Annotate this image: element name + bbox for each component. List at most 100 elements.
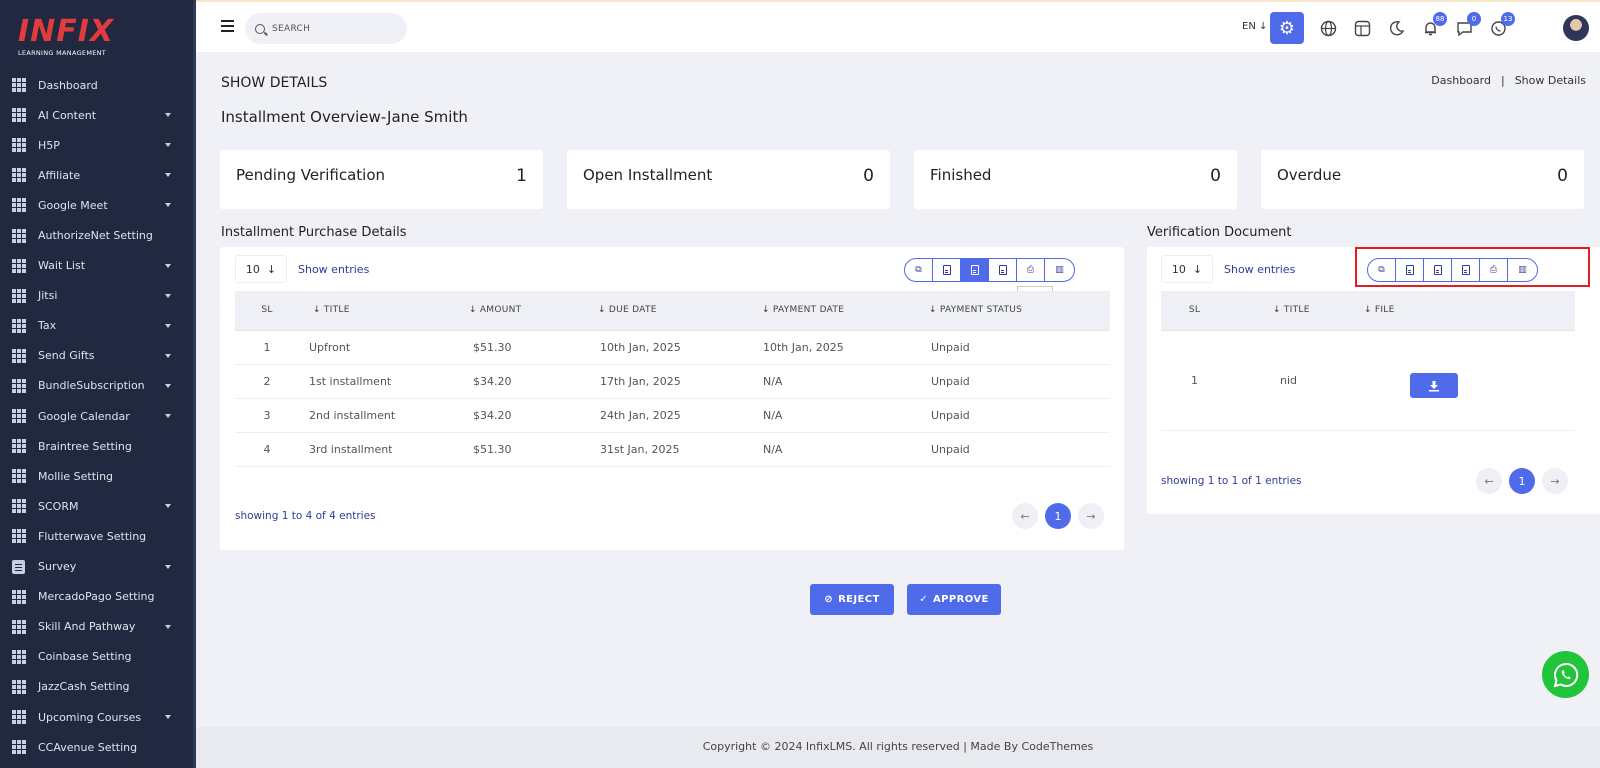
ban-icon: ⊘ bbox=[824, 594, 834, 605]
avatar[interactable] bbox=[1563, 15, 1589, 41]
copy-icon: ⧉ bbox=[915, 265, 922, 275]
main-content: SHOW DETAILS Dashboard | Show Details Inst… bbox=[196, 52, 1600, 716]
sidebar-item-label: CCAvenue Setting bbox=[38, 740, 138, 754]
column-header[interactable]: SL bbox=[1161, 291, 1228, 331]
next-page-button[interactable]: → bbox=[1078, 503, 1104, 529]
sidebar-item[interactable]: Braintree Setting bbox=[0, 431, 193, 461]
cell-due-date: 24th Jan, 2025 bbox=[595, 398, 760, 433]
grid-icon bbox=[12, 108, 26, 123]
sort-arrow-icon: ↓ bbox=[1364, 305, 1372, 316]
document-icon bbox=[12, 559, 25, 574]
csv-button[interactable] bbox=[961, 259, 989, 281]
sidebar-item[interactable]: Send Gifts bbox=[0, 341, 193, 371]
sidebar-item[interactable]: BundleSubscription bbox=[0, 371, 193, 401]
sidebar-item[interactable]: H5P bbox=[0, 130, 193, 160]
cpu-icon: ⚙ bbox=[1278, 17, 1296, 39]
layout-icon[interactable] bbox=[1353, 19, 1371, 37]
sidebar-item[interactable]: Tax bbox=[0, 311, 193, 341]
copy-button[interactable]: ⧉ bbox=[905, 259, 933, 281]
sidebar-item-label: Affiliate bbox=[38, 168, 81, 182]
column-header[interactable]: ↓ FILE bbox=[1364, 291, 1575, 331]
sidebar-item[interactable]: Coinbase Setting bbox=[0, 642, 193, 672]
search-input[interactable]: SEARCH bbox=[245, 13, 407, 44]
excel-button[interactable] bbox=[933, 259, 961, 281]
chat-icon[interactable]: 13 bbox=[1489, 12, 1515, 37]
approve-button[interactable]: ✓ APPROVE bbox=[907, 584, 1001, 615]
sidebar-item[interactable]: Survey bbox=[0, 552, 193, 582]
cell-title: 1st installment bbox=[299, 364, 463, 399]
column-header[interactable]: ↓ PAYMENT STATUS bbox=[929, 291, 1110, 331]
sidebar-item[interactable]: AI Content bbox=[0, 100, 193, 130]
column-header[interactable]: SL bbox=[235, 291, 299, 331]
prev-page-button[interactable]: ← bbox=[1012, 503, 1038, 529]
sidebar-item-label: MercadoPago Setting bbox=[38, 590, 155, 604]
reject-label: REJECT bbox=[838, 594, 880, 605]
grid-icon bbox=[12, 409, 26, 424]
stat-value: 1 bbox=[516, 166, 527, 186]
page-1-button[interactable]: 1 bbox=[1509, 468, 1535, 494]
pdf-icon bbox=[998, 265, 1007, 275]
column-header[interactable]: ↓ TITLE bbox=[1228, 291, 1364, 331]
message-icon[interactable]: 0 bbox=[1455, 12, 1481, 37]
sidebar-item[interactable]: Skill And Pathway bbox=[0, 612, 193, 642]
breadcrumb-separator: | bbox=[1500, 74, 1505, 87]
sidebar-item[interactable]: Wait List bbox=[0, 251, 193, 281]
settings-cpu-button[interactable]: ⚙ bbox=[1270, 12, 1304, 44]
column-header[interactable]: ↓ PAYMENT DATE bbox=[760, 291, 929, 331]
stat-value: 0 bbox=[1210, 166, 1221, 186]
sidebar-item[interactable]: Flutterwave Setting bbox=[0, 521, 193, 551]
page-1-button[interactable]: 1 bbox=[1045, 503, 1071, 529]
sort-arrow-icon: ↓ bbox=[762, 305, 770, 316]
overview-title: Installment Overview-Jane Smith bbox=[221, 108, 468, 126]
sidebar-item[interactable]: Google Meet bbox=[0, 190, 193, 220]
stat-label: Open Installment bbox=[583, 166, 713, 184]
cell-status: Unpaid bbox=[929, 398, 1110, 433]
sidebar-item[interactable]: Mollie Setting bbox=[0, 461, 193, 491]
sidebar-item[interactable]: SCORM bbox=[0, 491, 193, 521]
sidebar-item[interactable]: Upcoming Courses bbox=[0, 702, 193, 732]
language-select[interactable]: EN ↓ bbox=[1242, 21, 1267, 32]
reject-button[interactable]: ⊘ REJECT bbox=[810, 584, 894, 615]
sidebar-item-label: Braintree Setting bbox=[38, 439, 132, 453]
entries-select[interactable]: 10 ↓ bbox=[235, 255, 287, 283]
sidebar-item[interactable]: CCAvenue Setting bbox=[0, 732, 193, 762]
grid-icon bbox=[12, 589, 26, 604]
logo[interactable]: INFIX LEARNING MANAGEMENT bbox=[0, 0, 193, 70]
print-button[interactable]: ⎙ bbox=[1017, 259, 1045, 281]
sidebar-item[interactable]: JazzCash Setting bbox=[0, 672, 193, 702]
caret-down-icon bbox=[165, 293, 171, 298]
showing-info: showing 1 to 1 of 1 entries bbox=[1161, 475, 1302, 487]
whatsapp-button[interactable] bbox=[1542, 651, 1589, 698]
pdf-button[interactable] bbox=[989, 259, 1017, 281]
grid-icon bbox=[12, 228, 26, 243]
sidebar-item[interactable]: Affiliate bbox=[0, 160, 193, 190]
sidebar-item[interactable]: Google Calendar bbox=[0, 401, 193, 431]
stat-card-pending: Pending Verification 1 bbox=[220, 150, 543, 209]
grid-icon bbox=[12, 348, 26, 363]
print-icon: ⎙ bbox=[1026, 265, 1035, 275]
export-buttons: ⧉ ⎙ ▥ bbox=[904, 258, 1075, 282]
bell-icon[interactable]: 88 bbox=[1421, 12, 1447, 37]
download-button[interactable] bbox=[1410, 373, 1458, 398]
cell-file bbox=[1364, 330, 1575, 431]
column-header[interactable]: ↓ DUE DATE bbox=[595, 291, 760, 331]
sidebar-item[interactable]: Jitsi bbox=[0, 281, 193, 311]
sidebar-item-label: AI Content bbox=[38, 108, 97, 122]
grid-icon bbox=[12, 499, 26, 514]
sidebar-item[interactable]: Dashboard bbox=[0, 70, 193, 100]
column-header[interactable]: ↓ AMOUNT bbox=[463, 291, 595, 331]
caret-down-icon bbox=[165, 263, 171, 268]
sidebar: INFIX LEARNING MANAGEMENT Dashboard AI Co… bbox=[0, 0, 196, 768]
sidebar-item[interactable]: MercadoPago Setting bbox=[0, 582, 193, 612]
showing-info: showing 1 to 4 of 4 entries bbox=[235, 510, 376, 522]
entries-select[interactable]: 10 ↓ bbox=[1161, 255, 1213, 283]
prev-page-button[interactable]: ← bbox=[1476, 468, 1502, 494]
sidebar-item[interactable]: AuthorizeNet Setting bbox=[0, 220, 193, 250]
columns-button[interactable]: ▥ bbox=[1045, 259, 1074, 281]
breadcrumb-dashboard[interactable]: Dashboard bbox=[1431, 74, 1491, 87]
column-header[interactable]: ↓ TITLE bbox=[299, 291, 463, 331]
menu-toggle-icon[interactable] bbox=[221, 20, 234, 32]
moon-icon[interactable] bbox=[1387, 19, 1405, 37]
next-page-button[interactable]: → bbox=[1542, 468, 1568, 494]
globe-icon[interactable] bbox=[1319, 19, 1337, 37]
